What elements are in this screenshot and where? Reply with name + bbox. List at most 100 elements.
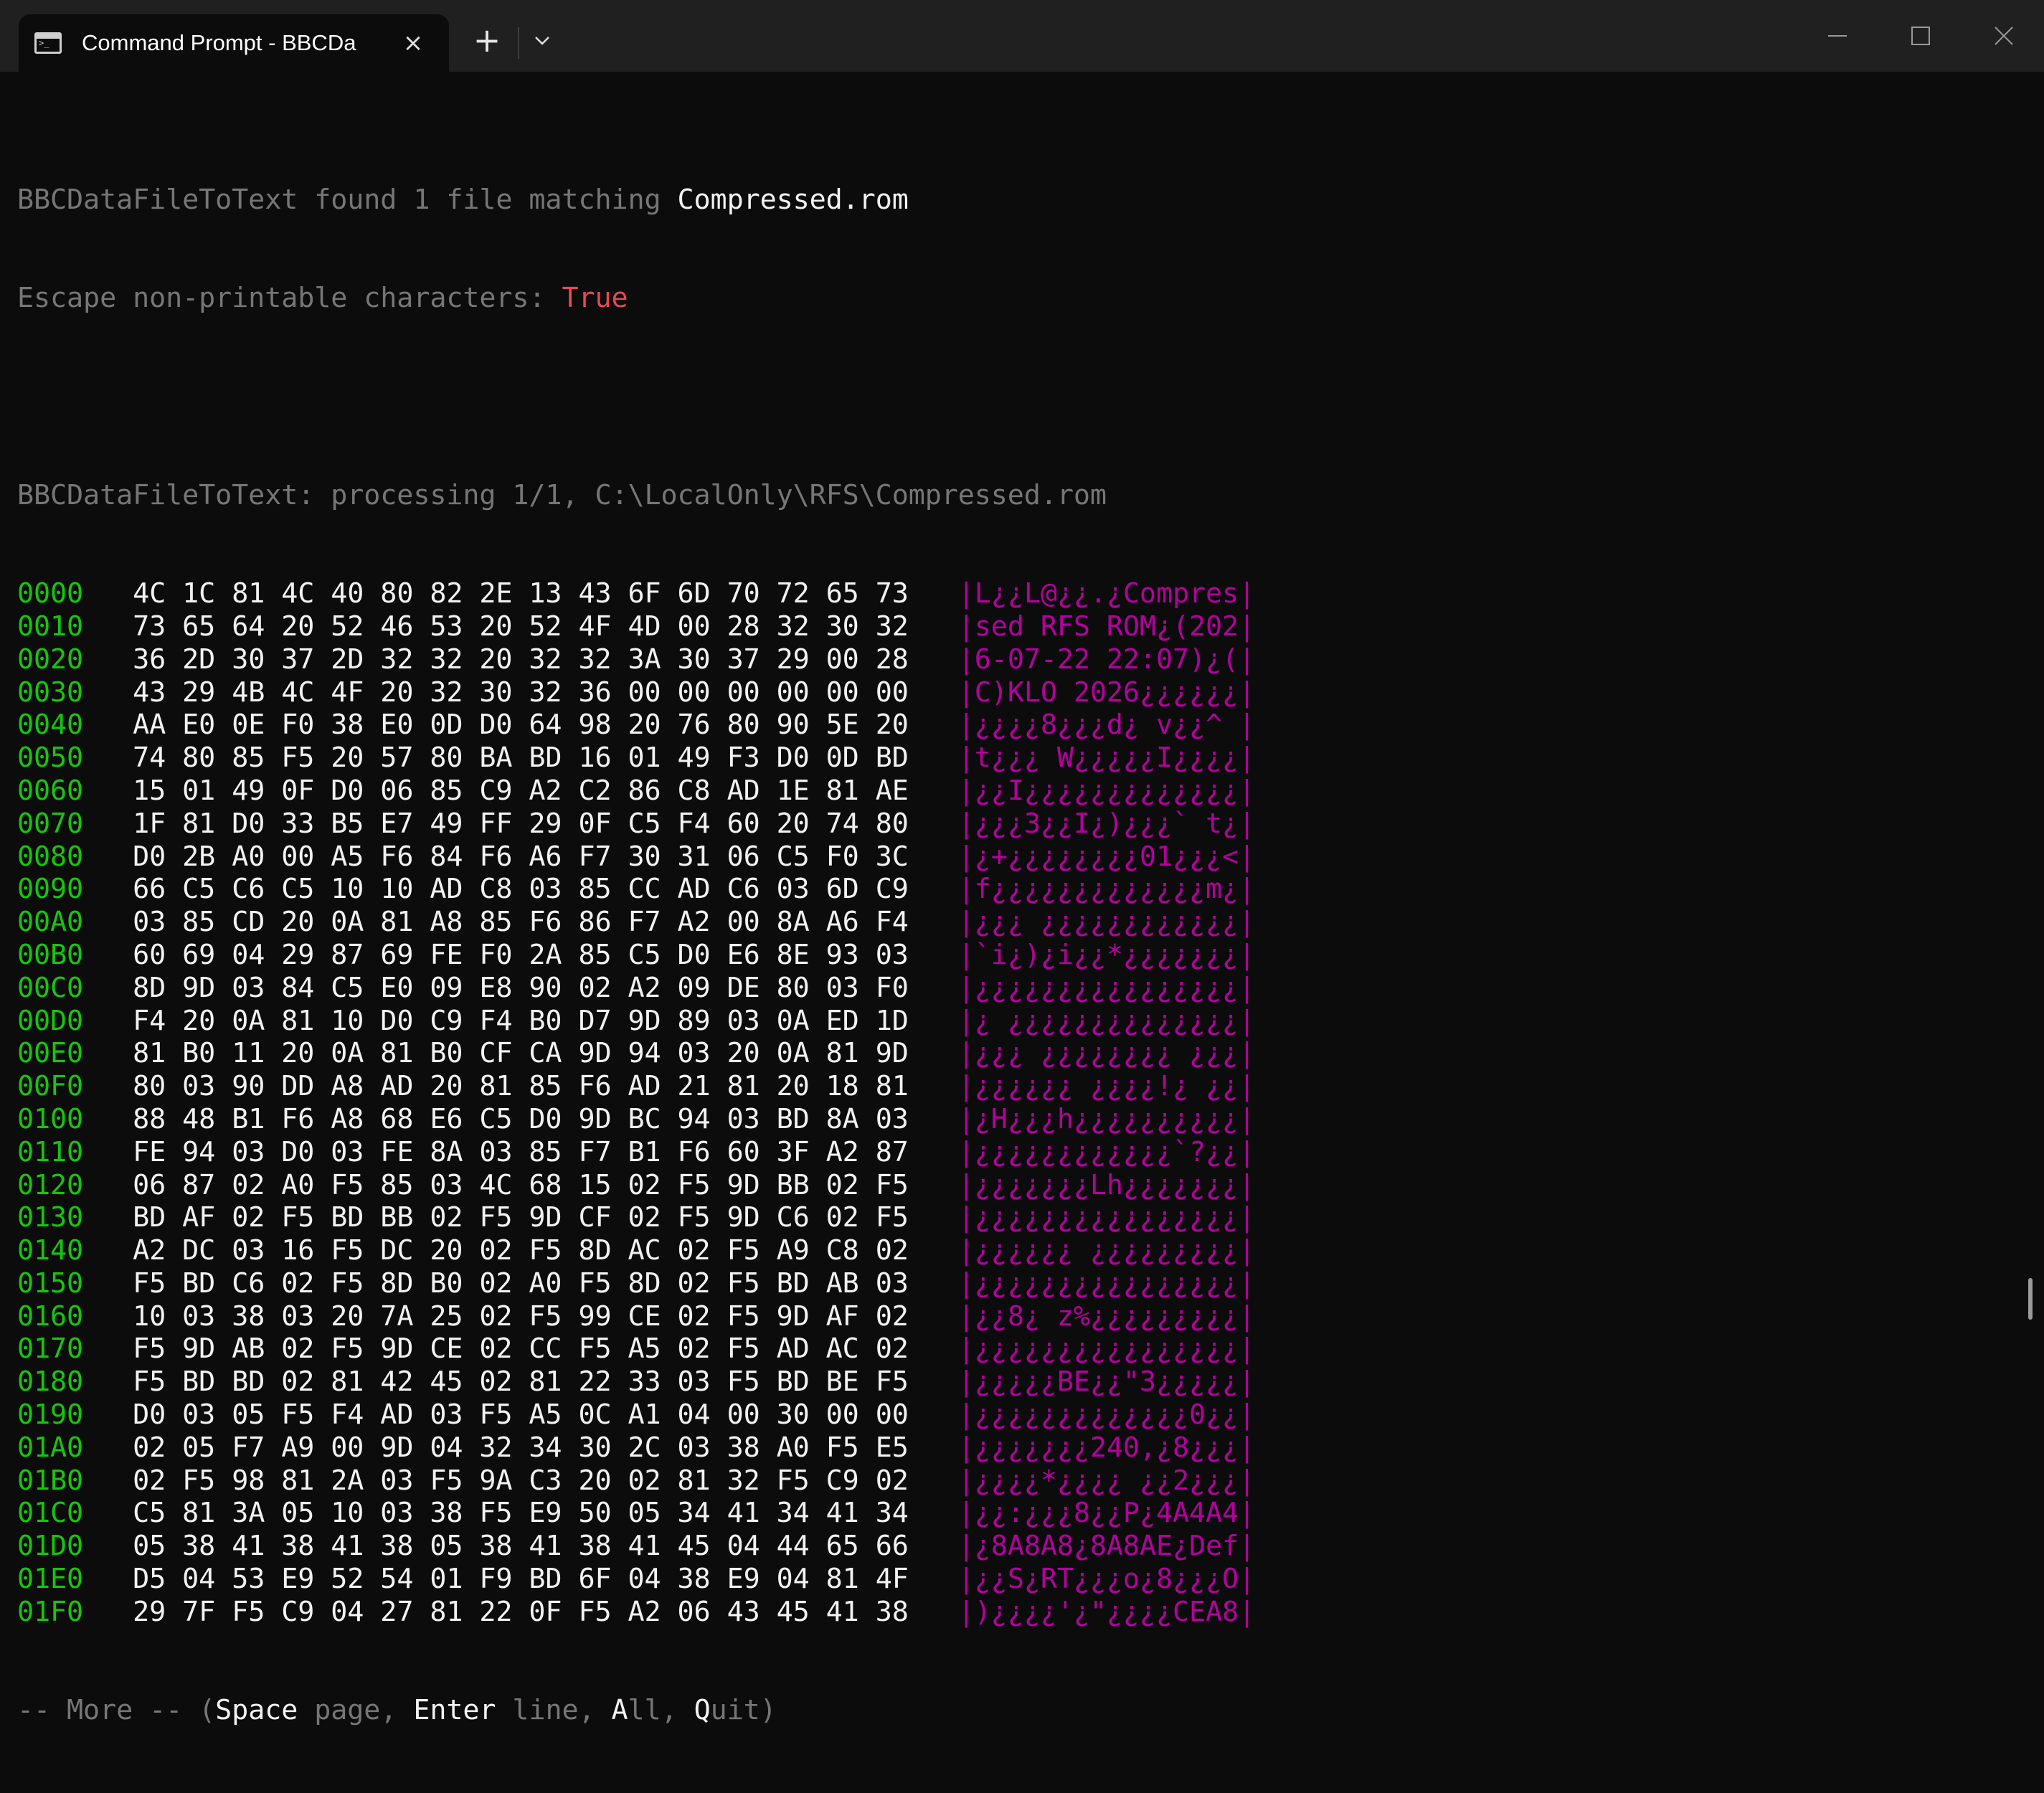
more-key-space: Space <box>215 1694 298 1727</box>
dump-row: 00C0 8D 9D 03 84 C5 E0 09 E8 90 02 A2 09… <box>17 972 2015 1005</box>
dump-hex-bytes: 80 03 90 DD A8 AD 20 81 85 F6 AD 21 81 2… <box>133 1070 909 1103</box>
dump-row: 00B0 60 69 04 29 87 69 FE F0 2A 85 C5 D0… <box>17 939 2015 972</box>
dump-hex-bytes: F5 9D AB 02 F5 9D CE 02 CC F5 A5 02 F5 A… <box>133 1333 909 1366</box>
dump-hex-bytes: 74 80 85 F5 20 57 80 BA BD 16 01 49 F3 D… <box>133 742 909 775</box>
dump-ascii: |¿¿¿¿¿BE¿¿"3¿¿¿¿¿| <box>957 1366 1256 1399</box>
dump-row: 0030 43 29 4B 4C 4F 20 32 30 32 36 00 00… <box>17 676 2015 709</box>
dump-address: 01B0 <box>17 1464 84 1497</box>
dump-row: 0100 88 48 B1 F6 A8 68 E6 C5 D0 9D BC 94… <box>17 1103 2015 1136</box>
dump-row: 01E0 D5 04 53 E9 52 54 01 F9 BD 6F 04 38… <box>17 1563 2015 1596</box>
dump-ascii: |¿¿I¿¿¿¿¿¿¿¿¿¿¿¿¿| <box>957 774 1256 807</box>
dump-row: 0010 73 65 64 20 52 46 53 20 52 4F 4D 00… <box>17 610 2015 643</box>
dump-hex-bytes: D0 03 05 F5 F4 AD 03 F5 A5 0C A1 04 00 3… <box>133 1399 909 1432</box>
dump-hex-bytes: 29 7F F5 C9 04 27 81 22 0F F5 A2 06 43 4… <box>133 1595 909 1628</box>
dump-address: 0130 <box>17 1201 84 1234</box>
dump-ascii: |6-07-22 22:07)¿(| <box>957 643 1256 676</box>
scrollbar-thumb[interactable] <box>2028 1278 2033 1320</box>
dump-ascii: |¿H¿¿¿h¿¿¿¿¿¿¿¿¿¿| <box>957 1102 1256 1135</box>
dump-hex-bytes: F5 BD BD 02 81 42 45 02 81 22 33 03 F5 B… <box>133 1366 909 1399</box>
more-prompt-part: page, <box>298 1694 414 1727</box>
dump-hex-bytes: 15 01 49 0F D0 06 85 C9 A2 C2 86 C8 AD 1… <box>133 774 909 807</box>
dump-address: 00C0 <box>17 971 84 1004</box>
minimize-button[interactable] <box>1796 0 1879 72</box>
hex-dump: 0000 4C 1C 81 4C 40 80 82 2E 13 43 6F 6D… <box>17 577 2015 1629</box>
terminal-output[interactable]: BBCDataFileToText found 1 file matching … <box>17 118 2015 1793</box>
dump-ascii: |¿¿¿¿¿¿¿Lh¿¿¿¿¿¿¿| <box>957 1168 1256 1201</box>
dump-ascii: |f¿¿¿¿¿¿¿¿¿¿¿¿¿m¿| <box>957 873 1256 906</box>
maximize-button[interactable] <box>1879 0 1962 72</box>
minimize-icon <box>1828 35 1847 37</box>
dump-ascii: |¿¿¿ ¿¿¿¿¿¿¿¿ ¿¿¿| <box>957 1037 1256 1070</box>
dump-row: 00E0 81 B0 11 20 0A 81 B0 CF CA 9D 94 03… <box>17 1037 2015 1070</box>
dump-ascii: |¿¿¿¿¿¿¿¿¿¿¿¿¿0¿¿| <box>957 1399 1256 1432</box>
dump-row: 0040 AA E0 0E F0 38 E0 0D D0 64 98 20 76… <box>17 709 2015 742</box>
dump-hex-bytes: 43 29 4B 4C 4F 20 32 30 32 36 00 00 00 0… <box>133 676 909 709</box>
dump-hex-bytes: F5 BD C6 02 F5 8D B0 02 A0 F5 8D 02 F5 B… <box>133 1267 909 1300</box>
dump-row: 00A0 03 85 CD 20 0A 81 A8 85 F6 86 F7 A2… <box>17 906 2015 939</box>
dump-ascii: |¿¿¿ ¿¿¿¿¿¿¿¿¿¿¿¿| <box>957 906 1256 939</box>
dump-row: 01B0 02 F5 98 81 2A 03 F5 9A C3 20 02 81… <box>17 1465 2015 1498</box>
dump-row: 0110 FE 94 03 D0 03 FE 8A 03 85 F7 B1 F6… <box>17 1136 2015 1169</box>
dump-ascii: |sed RFS ROM¿(202| <box>957 610 1256 643</box>
dump-ascii: |¿ ¿¿¿¿¿¿¿¿¿¿¿¿¿¿| <box>957 1004 1256 1037</box>
dump-row: 0060 15 01 49 0F D0 06 85 C9 A2 C2 86 C8… <box>17 775 2015 808</box>
dump-hex-bytes: AA E0 0E F0 38 E0 0D D0 64 98 20 76 80 9… <box>133 709 909 742</box>
dump-address: 0120 <box>17 1168 84 1201</box>
tab-dropdown-button[interactable] <box>529 23 555 59</box>
close-tab-icon[interactable]: × <box>397 27 429 59</box>
dump-ascii: |¿¿¿¿¿¿¿¿¿¿¿¿¿¿¿¿| <box>957 1333 1256 1366</box>
dump-address: 01F0 <box>17 1595 84 1628</box>
more-prompt-part: -- More -- ( <box>17 1694 216 1727</box>
dump-ascii: |¿¿¿¿8¿¿¿d¿ v¿¿^ | <box>957 709 1256 742</box>
dump-ascii: |¿¿¿3¿¿I¿)¿¿¿` t¿| <box>957 807 1256 840</box>
dump-row: 0190 D0 03 05 F5 F4 AD 03 F5 A5 0C A1 04… <box>17 1399 2015 1432</box>
dump-address: 0000 <box>17 577 84 610</box>
found-file-prefix: BBCDataFileToText found 1 file matching <box>17 183 678 216</box>
dump-ascii: |¿8A8A8¿8A8AE¿Def| <box>957 1530 1256 1563</box>
dump-hex-bytes: 66 C5 C6 C5 10 10 AD C8 03 85 CC AD C6 0… <box>133 873 909 906</box>
new-tab-button[interactable]: + <box>466 20 508 62</box>
dump-row: 0130 BD AF 02 F5 BD BB 02 F5 9D CF 02 F5… <box>17 1201 2015 1234</box>
dump-row: 0140 A2 DC 03 16 F5 DC 20 02 F5 8D AC 02… <box>17 1234 2015 1267</box>
found-file-name: Compressed.rom <box>677 183 909 216</box>
dump-address: 0140 <box>17 1234 84 1267</box>
tab-command-prompt[interactable]: Command Prompt - BBCDa × <box>19 14 449 72</box>
dump-ascii: |¿+¿¿¿¿¿¿¿¿01¿¿¿<| <box>957 840 1256 873</box>
dump-row: 00F0 80 03 90 DD A8 AD 20 81 85 F6 AD 21… <box>17 1070 2015 1103</box>
dump-hex-bytes: 88 48 B1 F6 A8 68 E6 C5 D0 9D BC 94 03 B… <box>133 1102 909 1135</box>
dump-ascii: |t¿¿¿ W¿¿¿¿¿I¿¿¿¿| <box>957 742 1256 775</box>
dump-row: 01F0 29 7F F5 C9 04 27 81 22 0F F5 A2 06… <box>17 1596 2015 1629</box>
dump-address: 0010 <box>17 610 84 643</box>
dump-row: 0170 F5 9D AB 02 F5 9D CE 02 CC F5 A5 02… <box>17 1333 2015 1366</box>
dump-ascii: |L¿¿L@¿¿.¿Compres| <box>957 577 1256 610</box>
more-key-enter: Enter <box>413 1694 496 1727</box>
processing-line: BBCDataFileToText: processing 1/1, C:\Lo… <box>17 478 1107 511</box>
dump-hex-bytes: 06 87 02 A0 F5 85 03 4C 68 15 02 F5 9D B… <box>133 1168 909 1201</box>
dump-hex-bytes: 10 03 38 03 20 7A 25 02 F5 99 CE 02 F5 9… <box>133 1300 909 1333</box>
dump-ascii: |¿¿8¿ z%¿¿¿¿¿¿¿¿¿| <box>957 1300 1256 1333</box>
more-key-all: A <box>611 1694 628 1727</box>
dump-ascii: |¿¿¿¿¿¿¿¿¿¿¿¿¿¿¿¿| <box>957 971 1256 1004</box>
dump-hex-bytes: 05 38 41 38 41 38 05 38 41 38 41 45 04 4… <box>133 1530 909 1563</box>
dump-address: 01C0 <box>17 1497 84 1530</box>
dump-address: 0170 <box>17 1333 84 1366</box>
more-prompt-part: ll, <box>628 1694 694 1727</box>
dump-address: 0100 <box>17 1102 84 1135</box>
escape-setting-value: True <box>562 281 628 314</box>
dump-hex-bytes: 36 2D 30 37 2D 32 32 20 32 32 3A 30 37 2… <box>133 643 909 676</box>
dump-ascii: |¿¿¿¿¿¿¿¿¿¿¿¿`?¿¿| <box>957 1135 1256 1168</box>
dump-hex-bytes: C5 81 3A 05 10 03 38 F5 E9 50 05 34 41 3… <box>133 1497 909 1530</box>
dump-address: 0060 <box>17 774 84 807</box>
close-window-button[interactable] <box>1962 0 2044 72</box>
dump-address: 00F0 <box>17 1070 84 1103</box>
dump-row: 01A0 02 05 F7 A9 00 9D 04 32 34 30 2C 03… <box>17 1432 2015 1465</box>
found-file-line: BBCDataFileToText found 1 file matching … <box>17 184 2015 217</box>
dump-address: 0110 <box>17 1135 84 1168</box>
more-prompt: -- More -- (Space page, Enter line, All,… <box>17 1694 2015 1727</box>
dump-hex-bytes: 4C 1C 81 4C 40 80 82 2E 13 43 6F 6D 70 7… <box>133 577 909 610</box>
dump-ascii: |¿¿¿¿¿¿¿¿¿¿¿¿¿¿¿¿| <box>957 1201 1256 1234</box>
more-prompt-part: line, <box>496 1694 612 1727</box>
dump-address: 00B0 <box>17 938 84 971</box>
dump-hex-bytes: 73 65 64 20 52 46 53 20 52 4F 4D 00 28 3… <box>133 610 909 643</box>
